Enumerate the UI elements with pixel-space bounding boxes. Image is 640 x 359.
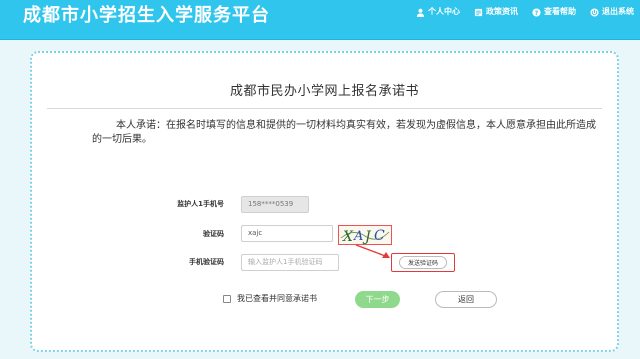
site-title: 成都市小学招生入学服务平台 [23,5,270,26]
nav-label: 政策资讯 [486,7,518,16]
news-icon [474,8,483,16]
top-nav: 个人中心 政策资讯 ? 查看帮助 退出系统 [416,6,634,18]
send-code-label: 发送验证码 [399,256,447,269]
phone-field: 158****0539 [241,196,309,213]
nav-label: 查看帮助 [544,7,576,16]
svg-text:A: A [353,229,363,244]
divider [47,108,602,109]
arrow-annotation [355,244,390,258]
svg-text:C: C [374,228,385,244]
page-title: 成都市民办小学网上报名承诺书 [229,84,419,99]
captcha-label: 验证码 [203,230,224,238]
svg-text:?: ? [535,10,539,17]
nav-label: 个人中心 [428,7,460,16]
sms-code-label: 手机验证码 [189,258,224,266]
pledge-card: 成都市民办小学网上报名承诺书 本人承诺：在报名时填写的信息和提供的一切材料均真实… [30,51,619,352]
top-header: 成都市小学招生入学服务平台 个人中心 政策资讯 ? 查看帮助 退出系统 [0,0,640,40]
svg-text:X: X [342,229,354,244]
agree-label[interactable]: 我已查看并同意承诺书 [237,293,317,304]
next-button[interactable]: 下一步 [355,291,400,308]
nav-policy-news[interactable]: 政策资讯 [474,6,518,18]
nav-logout[interactable]: 退出系统 [590,6,634,18]
agree-row: 我已查看并同意承诺书 [223,293,317,304]
back-button[interactable]: 返回 [435,291,497,308]
captcha-input[interactable]: xajc [241,225,333,242]
nav-label: 退出系统 [602,7,634,16]
logout-icon [590,7,599,17]
nav-personal-center[interactable]: 个人中心 [416,6,460,18]
nav-help[interactable]: ? 查看帮助 [532,6,576,18]
user-icon [416,8,425,17]
captcha-image[interactable]: X A J C [338,225,392,245]
sms-code-input[interactable]: 输入监护人1手机验证码 [241,254,339,271]
svg-text:J: J [362,229,372,244]
agree-checkbox[interactable] [223,294,231,303]
pledge-text: 本人承诺：在报名时填写的信息和提供的一切材料均真实有效，若发现为虚假信息，本人愿… [92,120,596,145]
help-icon: ? [532,7,541,17]
send-code-button[interactable]: 发送验证码 [391,253,455,272]
phone-label: 监护人1手机号 [177,200,224,208]
